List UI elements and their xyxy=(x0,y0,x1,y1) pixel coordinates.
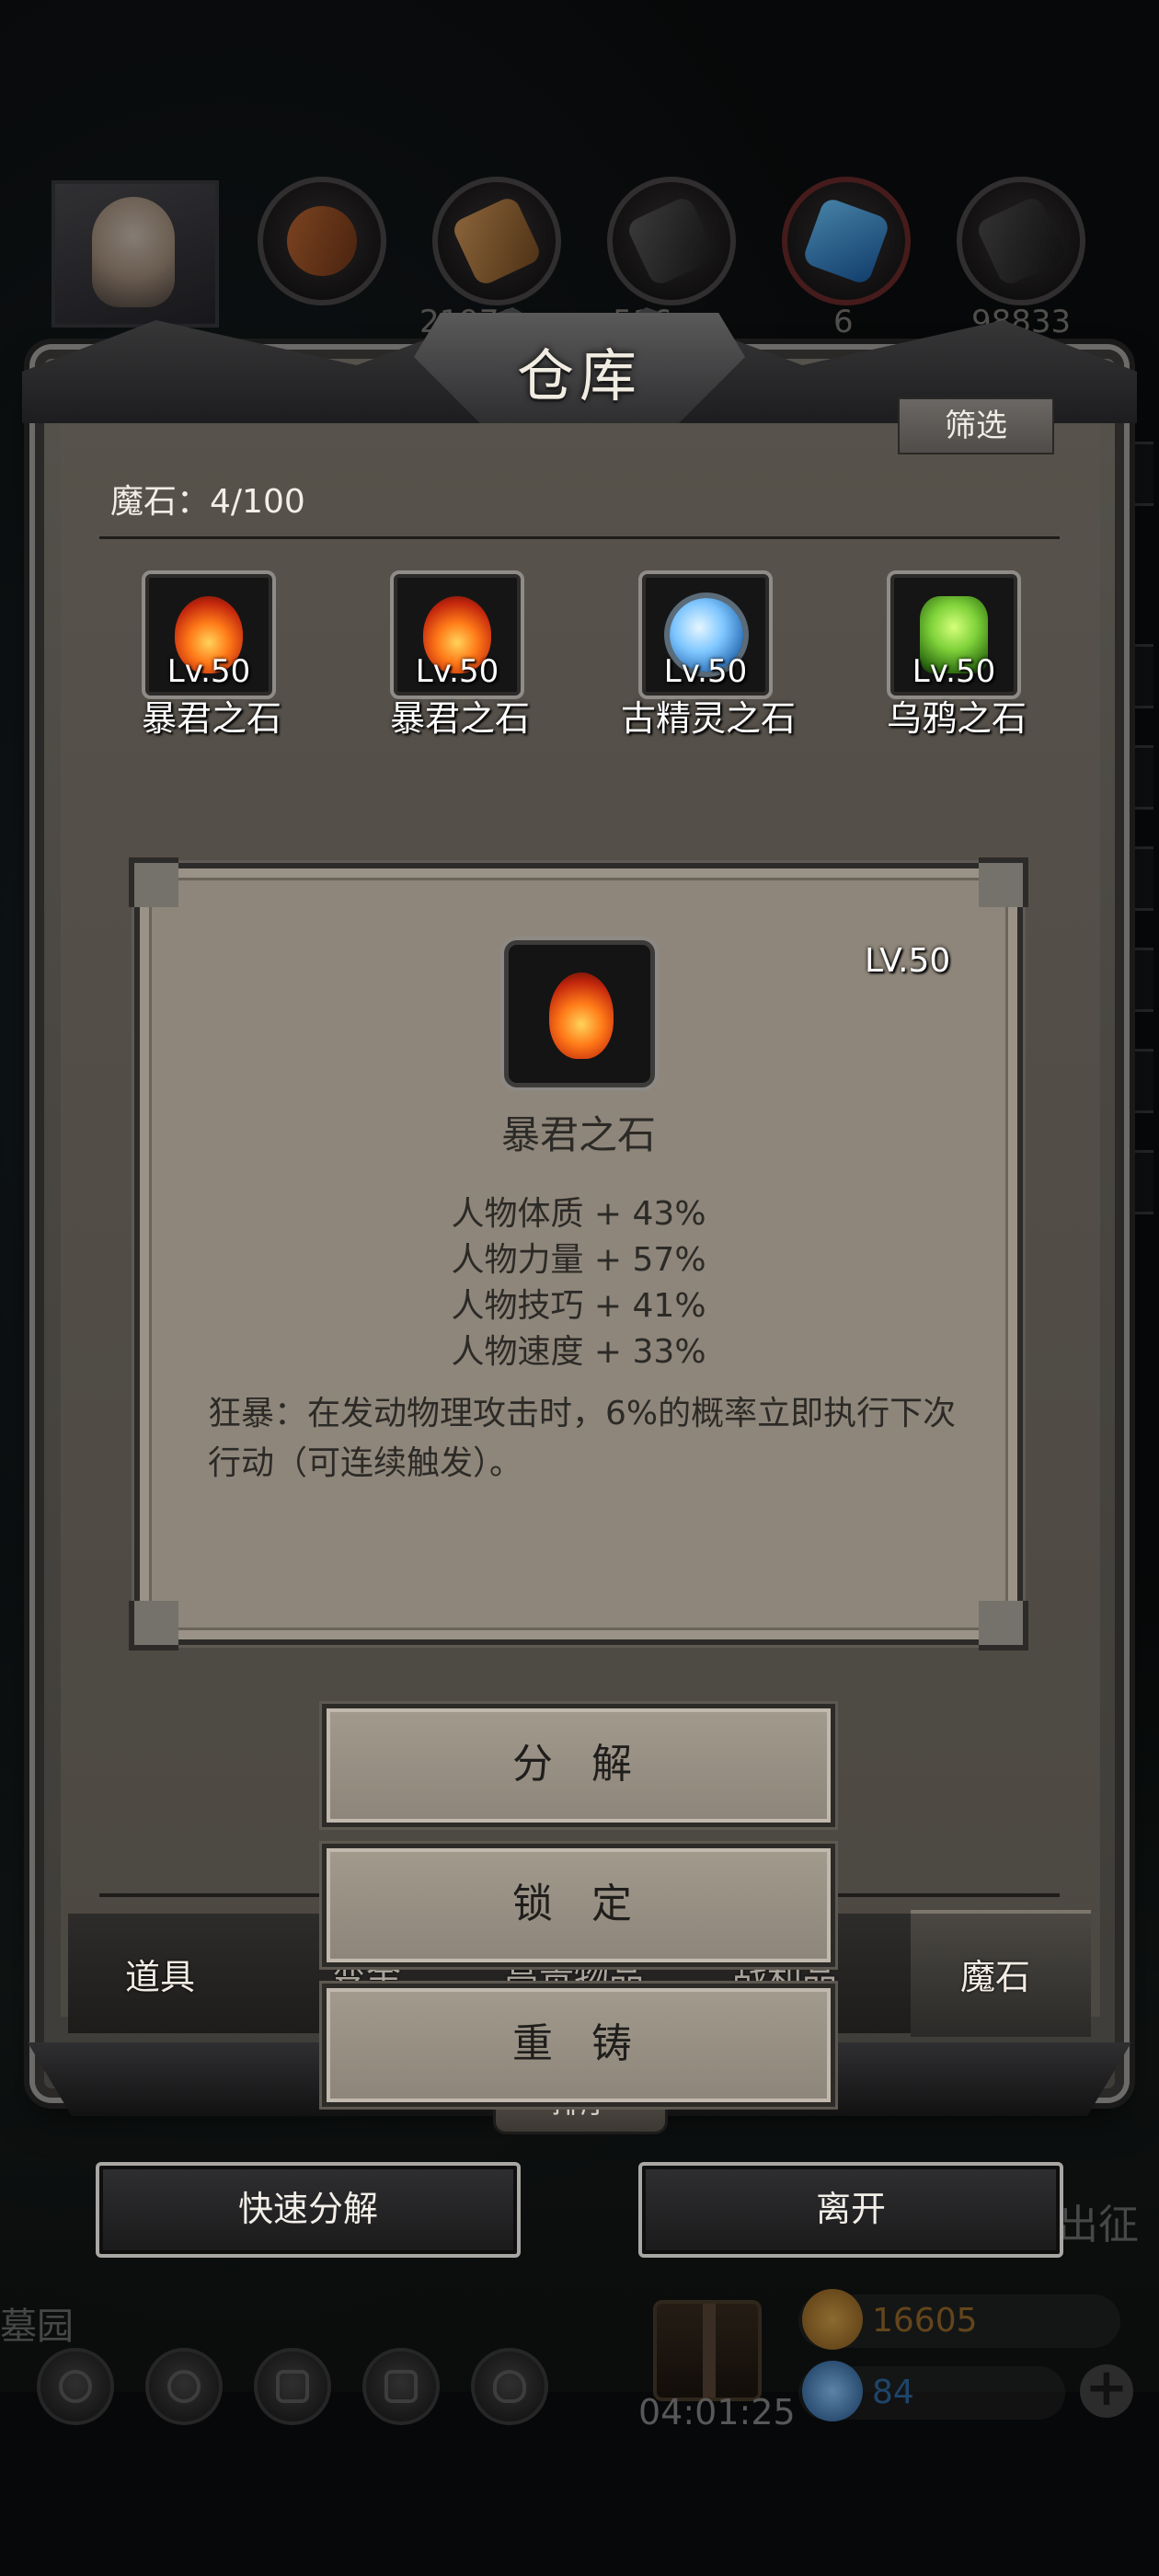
stone-level: Lv.50 xyxy=(912,653,996,690)
stat-line: 人物体质 + 43% xyxy=(451,1195,706,1233)
card-corner-ornament xyxy=(979,1601,1028,1650)
stat-line: 人物速度 + 33% xyxy=(451,1333,706,1371)
stat-line: 人物技巧 + 41% xyxy=(451,1287,706,1325)
stone-item[interactable]: Lv.50 暴君之石 xyxy=(331,570,552,745)
filter-button[interactable]: 筛选 xyxy=(898,397,1054,454)
lock-button[interactable]: 锁 定 xyxy=(322,1844,835,1967)
card-corner-ornament xyxy=(129,1601,178,1650)
stone-name: 乌鸦之石 xyxy=(886,698,1027,739)
tab-items[interactable]: 道具 xyxy=(125,1949,195,1999)
leave-button[interactable]: 离开 xyxy=(638,2162,1063,2258)
stone-level: Lv.50 xyxy=(166,653,251,690)
fire-stone-icon xyxy=(549,972,614,1059)
tab-magic-stone[interactable]: 魔石 xyxy=(960,1949,1030,1999)
decompose-button[interactable]: 分 解 xyxy=(322,1704,835,1827)
reforge-button[interactable]: 重 铸 xyxy=(322,1984,835,2107)
stone-skill-description: 狂暴：在发动物理攻击时，6%的概率立即执行下次行动（可连续触发）。 xyxy=(208,1395,957,1482)
detail-level: LV.50 xyxy=(865,942,951,980)
stat-line: 人物力量 + 57% xyxy=(451,1241,706,1279)
stone-item[interactable]: Lv.50 乌鸦之石 xyxy=(828,570,1049,745)
card-corner-ornament xyxy=(129,857,178,907)
divider xyxy=(99,536,1060,539)
stone-level: Lv.50 xyxy=(663,653,748,690)
stone-item[interactable]: Lv.50 暴君之石 xyxy=(83,570,304,745)
stone-count-label: 魔石：4/100 xyxy=(110,483,305,521)
card-corner-ornament xyxy=(979,857,1028,907)
stone-item[interactable]: Lv.50 古精灵之石 xyxy=(580,570,800,745)
quick-decompose-button[interactable]: 快速分解 xyxy=(96,2162,521,2258)
detail-icon-frame xyxy=(504,940,655,1087)
detail-stone-name: 暴君之石 xyxy=(500,1112,656,1157)
panel-title: 仓库 xyxy=(516,342,642,409)
stone-level: Lv.50 xyxy=(415,653,499,690)
